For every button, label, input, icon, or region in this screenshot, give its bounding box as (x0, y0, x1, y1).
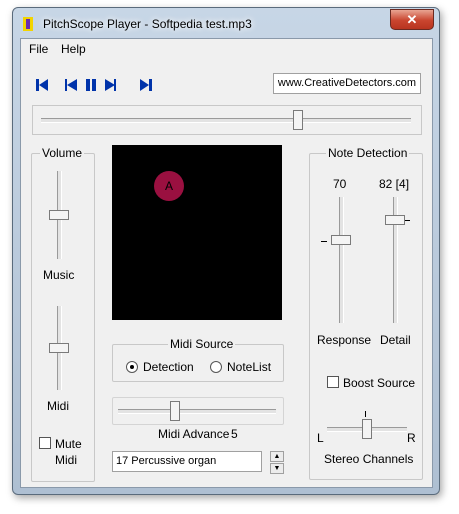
music-volume-thumb[interactable] (49, 210, 69, 220)
pause-icon[interactable] (84, 78, 98, 92)
instrument-field[interactable]: 17 Percussive organ (112, 451, 262, 472)
stereo-thumb[interactable] (362, 419, 372, 439)
window-title: PitchScope Player - Softpedia test.mp3 (43, 17, 252, 31)
app-icon (23, 17, 33, 31)
midi-advance-label: Midi Advance (158, 427, 230, 441)
midi-source-title: Midi Source (168, 337, 236, 351)
radio-notelist[interactable] (210, 361, 222, 373)
app-window: PitchScope Player - Softpedia test.mp3 ✕… (12, 7, 440, 495)
menu-file[interactable]: File (29, 42, 48, 56)
volume-group: Volume (31, 146, 95, 482)
skip-to-end-icon[interactable] (139, 78, 153, 92)
midi-volume-thumb[interactable] (49, 343, 69, 353)
play-icon[interactable] (103, 78, 117, 92)
radio-detection-label: Detection (143, 360, 194, 374)
boost-source-checkbox[interactable] (327, 376, 339, 388)
midi-advance-value: 5 (231, 427, 238, 441)
rewind-icon[interactable] (64, 78, 78, 92)
stereo-center-tick (365, 411, 366, 417)
client-area: File Help www.CreativeDetectors.com Volu… (20, 38, 433, 488)
midi-volume-label: Midi (47, 399, 70, 413)
radio-detection[interactable] (126, 361, 138, 373)
response-tick (321, 241, 327, 242)
seek-track[interactable] (41, 118, 411, 123)
response-track[interactable] (339, 197, 344, 323)
detail-label: Detail (380, 333, 411, 347)
mute-label: Mute (55, 437, 82, 451)
midi-advance-thumb[interactable] (169, 401, 180, 421)
instrument-down-button[interactable]: ▼ (270, 463, 284, 474)
radio-notelist-label: NoteList (227, 360, 272, 374)
title-bar[interactable]: PitchScope Player - Softpedia test.mp3 ✕ (13, 8, 439, 38)
stereo-right-label: R (407, 431, 416, 445)
seek-thumb[interactable] (293, 110, 303, 130)
instrument-up-button[interactable]: ▲ (270, 451, 284, 462)
volume-title: Volume (40, 146, 85, 160)
menu-bar: File Help (21, 39, 432, 58)
stereo-left-label: L (317, 431, 324, 445)
menu-help[interactable]: Help (61, 42, 86, 56)
website-link[interactable]: www.CreativeDetectors.com (273, 73, 421, 94)
midi-advance-track[interactable] (118, 409, 276, 414)
note-display: A (112, 145, 282, 320)
detail-value: 82 [4] (379, 177, 410, 191)
response-value: 70 (333, 177, 347, 191)
response-thumb[interactable] (331, 235, 351, 245)
boost-source-label: Boost Source (343, 376, 416, 390)
response-label: Response (317, 333, 372, 347)
close-button[interactable]: ✕ (390, 9, 434, 30)
note-detection-title: Note Detection (326, 146, 410, 160)
mute-label-midi: Midi (55, 453, 78, 467)
skip-to-start-icon[interactable] (35, 78, 49, 92)
mute-midi-checkbox[interactable] (39, 437, 51, 449)
stereo-channels-label: Stereo Channels (324, 452, 414, 466)
note-indicator: A (154, 171, 184, 201)
music-label: Music (43, 268, 75, 282)
seek-slider-panel (32, 105, 422, 135)
detail-thumb[interactable] (385, 215, 405, 225)
